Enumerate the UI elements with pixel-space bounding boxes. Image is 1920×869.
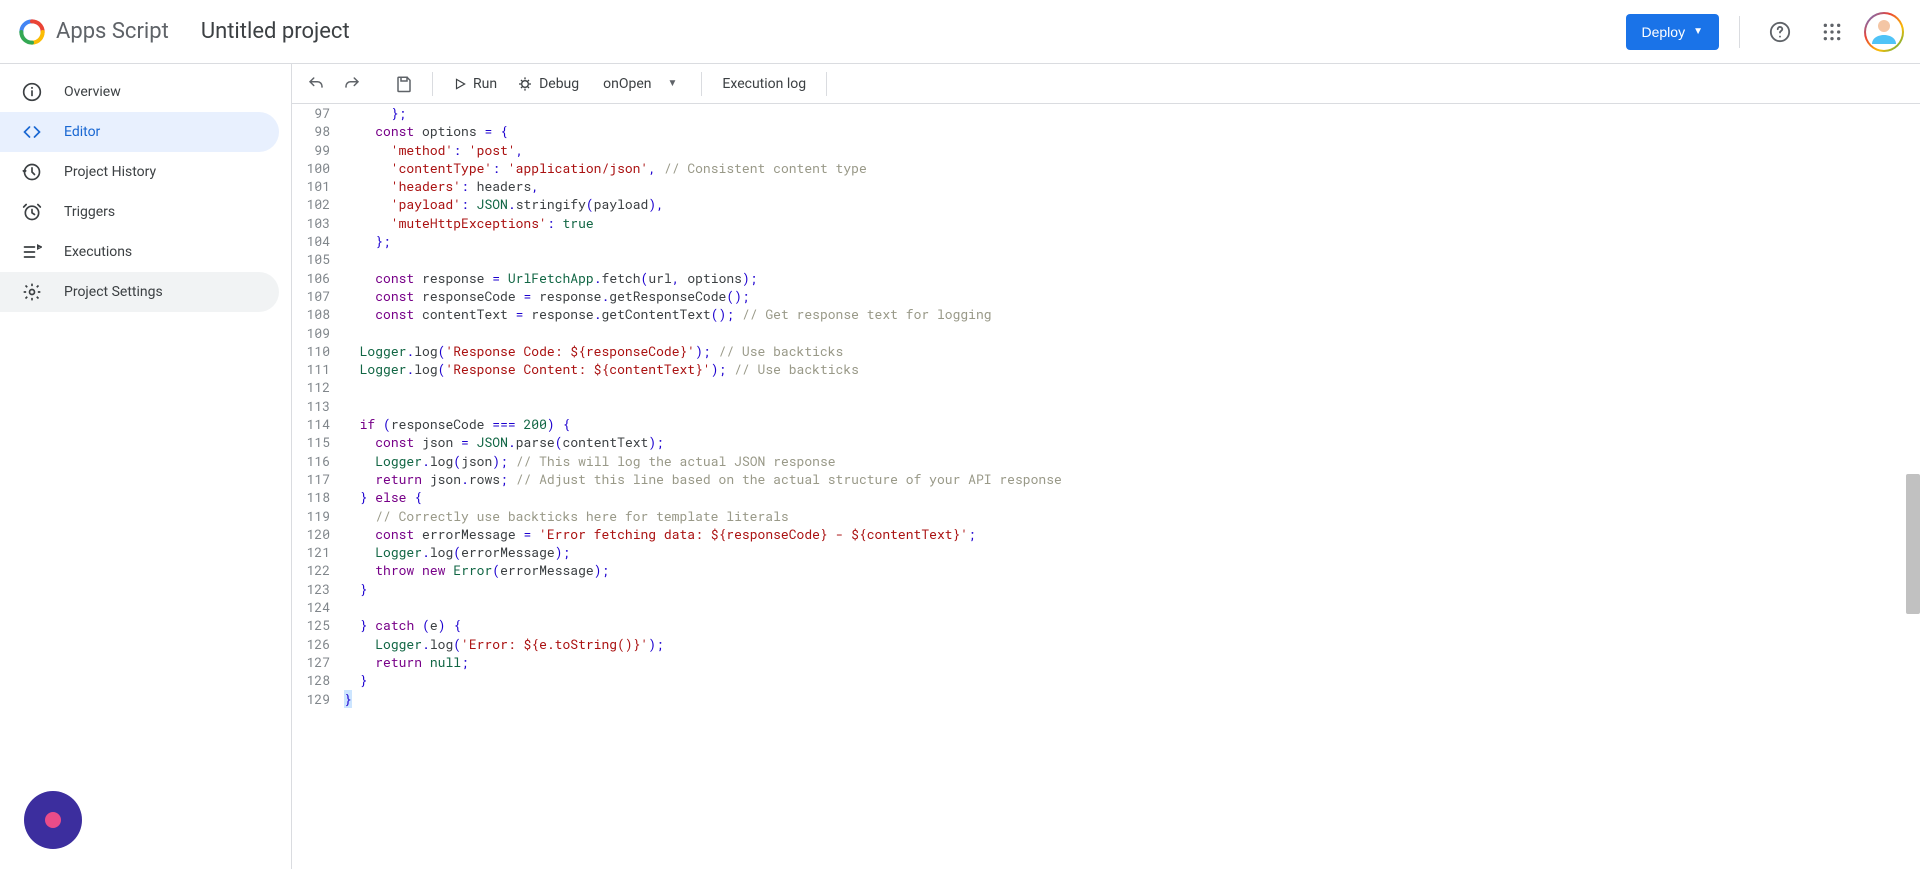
nav-label: Executions xyxy=(64,244,132,260)
app-header: Apps Script Untitled project Deploy ▼ xyxy=(0,0,1920,64)
deploy-button[interactable]: Deploy ▼ xyxy=(1626,14,1720,50)
executions-icon xyxy=(20,240,44,264)
nav-executions[interactable]: Executions xyxy=(0,232,279,272)
apps-grid-icon xyxy=(1822,22,1842,42)
code-editor[interactable]: 9798991001011021031041051061071081091101… xyxy=(292,104,1920,869)
nav-project-settings[interactable]: Project Settings xyxy=(0,272,279,312)
dropdown-arrow-icon: ▼ xyxy=(1693,26,1703,37)
sidebar: Overview Editor Project History Triggers… xyxy=(0,64,292,869)
line-gutter: 9798991001011021031041051061071081091101… xyxy=(292,104,344,869)
alarm-icon xyxy=(20,200,44,224)
nav-label: Triggers xyxy=(64,204,115,220)
avatar-image xyxy=(1866,14,1902,50)
nav-editor[interactable]: Editor xyxy=(0,112,279,152)
scrollbar-thumb[interactable] xyxy=(1906,474,1920,614)
divider xyxy=(432,72,433,96)
editor-area: Run Debug onOpen ▼ Execution log 9798991… xyxy=(292,64,1920,869)
function-name: onOpen xyxy=(603,76,651,92)
app-name: Apps Script xyxy=(56,19,169,44)
project-title[interactable]: Untitled project xyxy=(201,19,350,44)
debug-button[interactable]: Debug xyxy=(509,68,587,100)
play-icon xyxy=(453,77,467,91)
account-avatar[interactable] xyxy=(1864,12,1904,52)
nav-label: Project Settings xyxy=(64,284,163,300)
debug-label: Debug xyxy=(539,76,579,92)
run-button[interactable]: Run xyxy=(445,68,505,100)
divider xyxy=(701,72,702,96)
debug-icon xyxy=(517,76,533,92)
gear-icon xyxy=(20,280,44,304)
logo-area: Apps Script xyxy=(16,16,169,48)
execution-log-button[interactable]: Execution log xyxy=(714,68,814,100)
function-selector[interactable]: onOpen ▼ xyxy=(591,76,689,92)
history-icon xyxy=(20,160,44,184)
divider xyxy=(1739,16,1740,48)
nav-label: Editor xyxy=(64,124,100,140)
undo-button[interactable] xyxy=(300,68,332,100)
chevron-down-icon: ▼ xyxy=(668,78,678,89)
code-content[interactable]: }; const options = { 'method': 'post', '… xyxy=(344,104,1920,869)
nav-label: Project History xyxy=(64,164,156,180)
code-icon xyxy=(20,120,44,144)
info-icon xyxy=(20,80,44,104)
nav-triggers[interactable]: Triggers xyxy=(0,192,279,232)
help-icon xyxy=(1769,21,1791,43)
deploy-label: Deploy xyxy=(1642,24,1686,40)
nav-overview[interactable]: Overview xyxy=(0,72,279,112)
nav-label: Overview xyxy=(64,84,121,100)
apps-grid-button[interactable] xyxy=(1812,12,1852,52)
help-button[interactable] xyxy=(1760,12,1800,52)
exec-log-label: Execution log xyxy=(722,76,806,92)
run-label: Run xyxy=(473,76,497,92)
record-fab[interactable] xyxy=(24,791,82,849)
divider xyxy=(826,72,827,96)
record-dot-icon xyxy=(45,812,61,828)
editor-toolbar: Run Debug onOpen ▼ Execution log xyxy=(292,64,1920,104)
save-button[interactable] xyxy=(388,68,420,100)
redo-button[interactable] xyxy=(336,68,368,100)
nav-project-history[interactable]: Project History xyxy=(0,152,279,192)
apps-script-logo-icon[interactable] xyxy=(16,16,48,48)
